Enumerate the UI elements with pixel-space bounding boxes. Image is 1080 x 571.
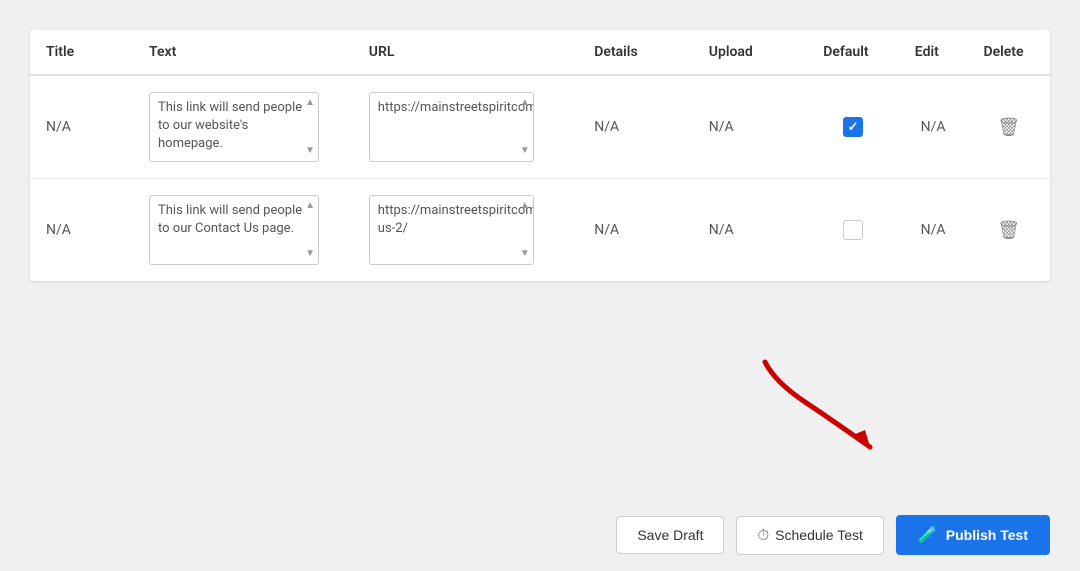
scroll-down-icon[interactable]: ▼ xyxy=(305,247,315,261)
col-header-upload: Upload xyxy=(693,30,807,75)
row2-title: N/A xyxy=(30,179,133,282)
row2-checkbox-container xyxy=(823,220,883,240)
scroll-up-icon[interactable]: ▲ xyxy=(305,96,315,110)
row2-edit: N/A xyxy=(899,179,968,282)
row2-upload: N/A xyxy=(693,179,807,282)
row1-upload: N/A xyxy=(693,75,807,179)
row1-delete-icon[interactable]: 🗑 xyxy=(997,117,1020,138)
row2-text-scrollbox[interactable]: ▲ This link will send people to our Cont… xyxy=(149,195,319,265)
col-header-details: Details xyxy=(578,30,692,75)
row1-default-checkbox[interactable] xyxy=(843,117,863,137)
row2-default-checkbox[interactable] xyxy=(843,220,863,240)
row1-default-cell xyxy=(807,75,899,179)
row2-default-cell xyxy=(807,179,899,282)
links-table-container: Title Text URL Details Upload Default Ed… xyxy=(30,30,1050,281)
col-header-default: Default xyxy=(807,30,899,75)
table-header-row: Title Text URL Details Upload Default Ed… xyxy=(30,30,1050,75)
col-header-text: Text xyxy=(133,30,353,75)
col-header-title: Title xyxy=(30,30,133,75)
row1-details: N/A xyxy=(578,75,692,179)
row2-delete-icon[interactable]: 🗑 xyxy=(997,220,1020,241)
scroll-down-icon[interactable]: ▼ xyxy=(305,144,315,158)
row2-text-cell: ▲ This link will send people to our Cont… xyxy=(133,179,353,282)
footer-actions: Save Draft ⏱ Schedule Test 🧪 Publish Tes… xyxy=(0,499,1080,571)
scroll-down-icon[interactable]: ▼ xyxy=(520,247,530,261)
col-header-url: URL xyxy=(353,30,579,75)
table-row: N/A ▲ This link will send people to our … xyxy=(30,75,1050,179)
row2-url-cell: ▲ https://mainstreetspiritcompany.com/co… xyxy=(353,179,579,282)
scroll-up-icon[interactable]: ▲ xyxy=(520,96,530,110)
row1-text-cell: ▲ This link will send people to our webs… xyxy=(133,75,353,179)
row1-text-scrollbox[interactable]: ▲ This link will send people to our webs… xyxy=(149,92,319,162)
row2-delete-cell: 🗑 xyxy=(967,179,1050,282)
scroll-up-icon[interactable]: ▲ xyxy=(520,199,530,213)
row2-text: This link will send people to our Contac… xyxy=(158,203,302,236)
scroll-up-icon[interactable]: ▲ xyxy=(305,199,315,213)
links-table: Title Text URL Details Upload Default Ed… xyxy=(30,30,1050,281)
row1-edit: N/A xyxy=(899,75,968,179)
footer-wrapper: Save Draft ⏱ Schedule Test 🧪 Publish Tes… xyxy=(0,499,1080,571)
row2-details: N/A xyxy=(578,179,692,282)
publish-test-button[interactable]: 🧪 Publish Test xyxy=(896,515,1050,555)
row1-url-cell: ▲ https://mainstreetspiritcompany.com/ ▼ xyxy=(353,75,579,179)
row2-url: https://mainstreetspiritcompany.com/cont… xyxy=(378,203,534,236)
row1-url: https://mainstreetspiritcompany.com/ xyxy=(378,100,534,115)
clock-icon: ⏱ xyxy=(757,527,769,544)
scroll-down-icon[interactable]: ▼ xyxy=(520,144,530,158)
save-draft-button[interactable]: Save Draft xyxy=(616,516,724,554)
col-header-edit: Edit xyxy=(899,30,968,75)
flask-icon: 🧪 xyxy=(918,525,938,545)
col-header-delete: Delete xyxy=(967,30,1050,75)
row1-text: This link will send people to our websit… xyxy=(158,100,302,151)
table-row: N/A ▲ This link will send people to our … xyxy=(30,179,1050,282)
schedule-test-button[interactable]: ⏱ Schedule Test xyxy=(736,516,883,555)
row1-title: N/A xyxy=(30,75,133,179)
schedule-label: Schedule Test xyxy=(775,527,863,543)
row2-url-scrollbox[interactable]: ▲ https://mainstreetspiritcompany.com/co… xyxy=(369,195,534,265)
row1-checkbox-container xyxy=(823,117,883,137)
row1-url-scrollbox[interactable]: ▲ https://mainstreetspiritcompany.com/ ▼ xyxy=(369,92,534,162)
publish-label: Publish Test xyxy=(946,527,1028,543)
row1-delete-cell: 🗑 xyxy=(967,75,1050,179)
